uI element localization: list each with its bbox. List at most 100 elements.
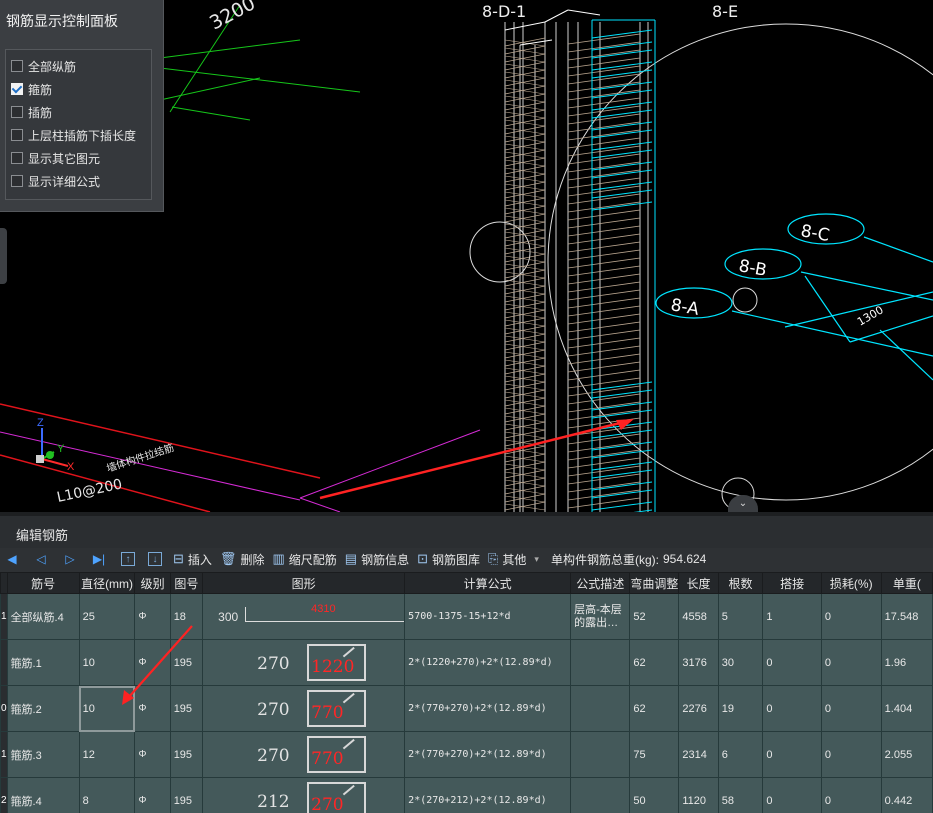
shape-cell[interactable]: 270 770 [202, 731, 406, 778]
cell-bend[interactable]: 75 [629, 731, 680, 778]
cell-qty[interactable]: 58 [717, 777, 764, 813]
cell-lap[interactable]: 1 [762, 593, 822, 640]
cell-loss[interactable]: 0 [820, 685, 882, 732]
cell-qty[interactable]: 5 [717, 593, 764, 640]
cell-qty[interactable]: 19 [717, 685, 764, 732]
column-header[interactable]: 公式描述 [570, 572, 631, 594]
cell-desc[interactable] [570, 639, 631, 686]
cell-len[interactable]: 1120 [678, 777, 719, 813]
table-row[interactable]: 1 箍筋.3 12 Φ 195 270 770 2*(770+270)+2*(12.89*d)… [0, 731, 933, 778]
shape-cell[interactable]: 212 270 [202, 777, 406, 813]
cell-dia[interactable]: 10 [78, 639, 136, 686]
option-checkbox-1[interactable]: 箍筋 [11, 80, 52, 98]
cell-bend[interactable]: 62 [629, 639, 680, 686]
cell-formula[interactable]: 5700-1375-15+12*d [404, 593, 572, 640]
column-header[interactable]: 级别 [134, 572, 171, 594]
cell-fig[interactable]: 18 [169, 593, 204, 640]
cell-name[interactable]: 箍筋.4 [6, 777, 80, 813]
option-checkbox-5[interactable]: 显示详细公式 [11, 172, 100, 190]
cell-unit[interactable]: 1.96 [880, 639, 933, 686]
cell-name[interactable]: 全部纵筋.4 [6, 593, 80, 640]
cell-len[interactable]: 2276 [678, 685, 719, 732]
cell-desc[interactable] [570, 777, 631, 813]
cell-dia[interactable]: 25 [78, 593, 136, 640]
shape-cell[interactable]: 270 770 [202, 685, 406, 732]
cell-loss[interactable]: 0 [820, 639, 882, 686]
column-header[interactable]: 直径(mm) [78, 572, 136, 594]
checkbox-icon[interactable] [11, 129, 23, 141]
cell-dia[interactable]: 8 [78, 777, 136, 813]
cell-formula[interactable]: 2*(770+270)+2*(12.89*d) [404, 731, 572, 778]
column-header[interactable]: 搭接 [762, 572, 822, 594]
column-header[interactable]: 图号 [169, 572, 204, 594]
cell-desc[interactable] [570, 731, 631, 778]
cell-unit[interactable]: 17.548 [880, 593, 933, 640]
table-row[interactable]: 0 箍筋.2 10 Φ 195 270 770 2*(770+270)+2*(12.89*d)… [0, 685, 933, 732]
cell-loss[interactable]: 0 [820, 731, 882, 778]
cell-bend[interactable]: 62 [629, 685, 680, 732]
cell-desc[interactable] [570, 685, 631, 732]
cell-formula[interactable]: 2*(270+212)+2*(12.89*d) [404, 777, 572, 813]
prev-record-icon[interactable]: ◁ [34, 552, 48, 566]
cell-name[interactable]: 箍筋.3 [6, 731, 80, 778]
cell-grade[interactable]: Φ [134, 685, 171, 732]
cell-grade[interactable]: Φ [134, 593, 171, 640]
cell-dia[interactable]: 12 [78, 731, 136, 778]
checkbox-checked-icon[interactable] [11, 83, 23, 95]
move-up-icon[interactable]: ↑ [121, 552, 135, 566]
cell-qty[interactable]: 30 [717, 639, 764, 686]
cell-fig[interactable]: 195 [169, 777, 204, 813]
cell-desc[interactable]: 层高-本层的露出… [570, 593, 631, 640]
cell-len[interactable]: 4558 [678, 593, 719, 640]
option-checkbox-0[interactable]: 全部纵筋 [11, 57, 76, 75]
checkbox-icon[interactable] [11, 60, 23, 72]
column-header[interactable]: 筋号 [6, 572, 80, 594]
cell-grade[interactable]: Φ [134, 639, 171, 686]
column-header[interactable]: 弯曲调整 [629, 572, 680, 594]
shape-cell[interactable]: 300 4310 [202, 593, 406, 640]
cell-len[interactable]: 2314 [678, 731, 719, 778]
cell-dia[interactable]: 10 [78, 685, 136, 732]
first-record-icon[interactable]: ◀ [5, 552, 19, 566]
move-down-icon[interactable]: ↓ [148, 552, 162, 566]
column-header[interactable]: 损耗(%) [820, 572, 882, 594]
checkbox-icon[interactable] [11, 152, 23, 164]
cell-name[interactable]: 箍筋.1 [6, 639, 80, 686]
option-checkbox-4[interactable]: 显示其它图元 [11, 149, 100, 167]
side-collapse-tab[interactable] [0, 228, 7, 284]
cell-formula[interactable]: 2*(770+270)+2*(12.89*d) [404, 685, 572, 732]
cell-unit[interactable]: 1.404 [880, 685, 933, 732]
table-row[interactable]: 箍筋.1 10 Φ 195 270 1220 2*(1220+270)+2*(12.89*d… [0, 639, 933, 686]
cell-name[interactable]: 箍筋.2 [6, 685, 80, 732]
cad-viewport[interactable]: 3200 8-D-1 8-E 8-C 8-B 8-A 1300 墙体构件拉结筋 … [0, 0, 933, 512]
column-header[interactable]: 图形 [202, 572, 406, 594]
cell-formula[interactable]: 2*(1220+270)+2*(12.89*d) [404, 639, 572, 686]
cell-fig[interactable]: 195 [169, 731, 204, 778]
table-row[interactable]: 1 全部纵筋.4 25 Φ 18 300 4310 5700-1375-15+12*d 层高-本… [0, 593, 933, 640]
scale-rebar-button[interactable]: ▥ 缩尺配筋 [272, 551, 336, 568]
cell-lap[interactable]: 0 [762, 685, 822, 732]
delete-button[interactable]: 🗑 删除 [220, 551, 265, 568]
table-row[interactable]: 2 箍筋.4 8 Φ 195 212 270 2*(270+212)+2*(12.89*d) 5… [0, 777, 933, 813]
other-menu-button[interactable]: ⎘ 其他 ▾ [488, 551, 539, 568]
column-header[interactable]: 根数 [717, 572, 764, 594]
insert-button[interactable]: ⊟ 插入 [173, 551, 212, 568]
option-checkbox-2[interactable]: 插筋 [11, 103, 52, 121]
cell-grade[interactable]: Φ [134, 777, 171, 813]
option-checkbox-3[interactable]: 上层柱插筋下插长度 [11, 126, 136, 144]
cell-unit[interactable]: 2.055 [880, 731, 933, 778]
cell-fig[interactable]: 195 [169, 639, 204, 686]
rebar-info-button[interactable]: ▤ 钢筋信息 [345, 551, 409, 568]
cell-fig[interactable]: 195 [169, 685, 204, 732]
cell-lap[interactable]: 0 [762, 777, 822, 813]
cell-len[interactable]: 3176 [678, 639, 719, 686]
checkbox-icon[interactable] [11, 175, 23, 187]
last-record-icon[interactable]: ▶| [92, 552, 106, 566]
cell-bend[interactable]: 50 [629, 777, 680, 813]
checkbox-icon[interactable] [11, 106, 23, 118]
next-record-icon[interactable]: ▷ [63, 552, 77, 566]
cell-loss[interactable]: 0 [820, 777, 882, 813]
column-header[interactable]: 长度 [678, 572, 719, 594]
cell-lap[interactable]: 0 [762, 639, 822, 686]
shape-cell[interactable]: 270 1220 [202, 639, 406, 686]
